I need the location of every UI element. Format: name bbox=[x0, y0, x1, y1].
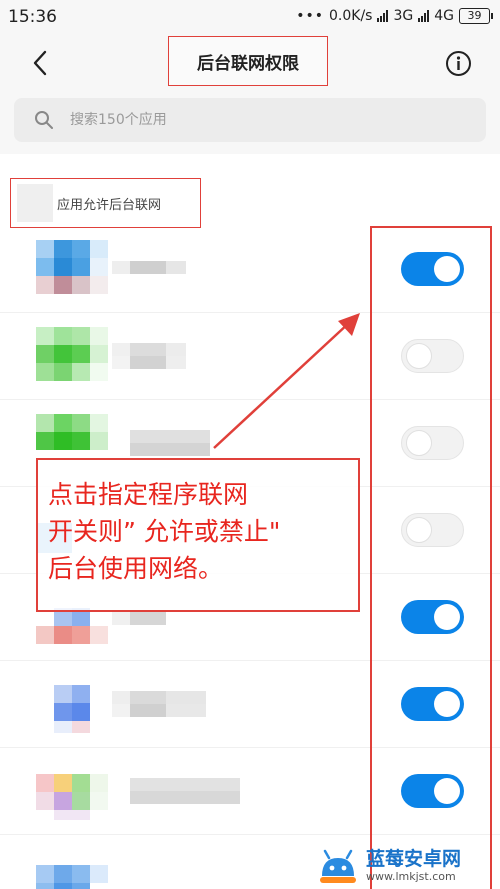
app-icon bbox=[36, 762, 108, 820]
watermark-name: 蓝莓安卓网 bbox=[366, 847, 462, 870]
search-box[interactable] bbox=[14, 98, 486, 142]
section-label: 应用允许后台联网 bbox=[57, 197, 162, 213]
search-icon bbox=[35, 111, 53, 129]
status-time: 15:36 bbox=[8, 7, 57, 27]
search-input[interactable] bbox=[70, 98, 470, 142]
annotation-text: 点击指定程序联网 开关则” 允许或禁止" 后台使用网络。 bbox=[48, 480, 281, 583]
watermark-url: www.lmkjst.com bbox=[366, 869, 456, 883]
page-title: 后台联网权限 bbox=[168, 36, 328, 86]
net-speed: 0.0K/s bbox=[329, 8, 373, 24]
watermark: 蓝莓安卓网 www.lmkjst.com bbox=[316, 842, 500, 889]
chevron-left-icon bbox=[33, 50, 47, 76]
info-icon bbox=[446, 51, 471, 76]
blurred-icon bbox=[17, 184, 53, 222]
section-header: 应用允许后台联网 bbox=[10, 178, 201, 228]
title-bar: 后台联网权限 bbox=[0, 36, 500, 92]
watermark-text: 蓝莓安卓网 www.lmkjst.com bbox=[366, 848, 461, 884]
back-button[interactable] bbox=[26, 48, 56, 78]
signal-icon-2 bbox=[418, 10, 430, 22]
app-icon bbox=[36, 240, 108, 298]
battery-icon: 39 bbox=[459, 8, 493, 24]
dots-icon: ••• bbox=[296, 8, 324, 24]
signal-icon bbox=[377, 10, 389, 22]
app-icon bbox=[36, 675, 108, 733]
status-indicators: ••• 0.0K/s 3G 4G 39 bbox=[296, 8, 493, 24]
search-area bbox=[0, 92, 500, 154]
app-icon bbox=[36, 327, 108, 385]
network-type-2: 4G bbox=[434, 8, 454, 24]
network-type-1: 3G bbox=[393, 8, 414, 24]
annotation-callout: 点击指定程序联网 开关则” 允许或禁止" 后台使用网络。 bbox=[36, 458, 360, 612]
status-bar: 15:36 ••• 0.0K/s 3G 4G 39 bbox=[0, 0, 500, 36]
annotation-frame bbox=[370, 226, 492, 889]
info-button[interactable] bbox=[445, 50, 472, 77]
watermark-logo-icon bbox=[316, 846, 360, 886]
app-icon bbox=[36, 849, 108, 889]
